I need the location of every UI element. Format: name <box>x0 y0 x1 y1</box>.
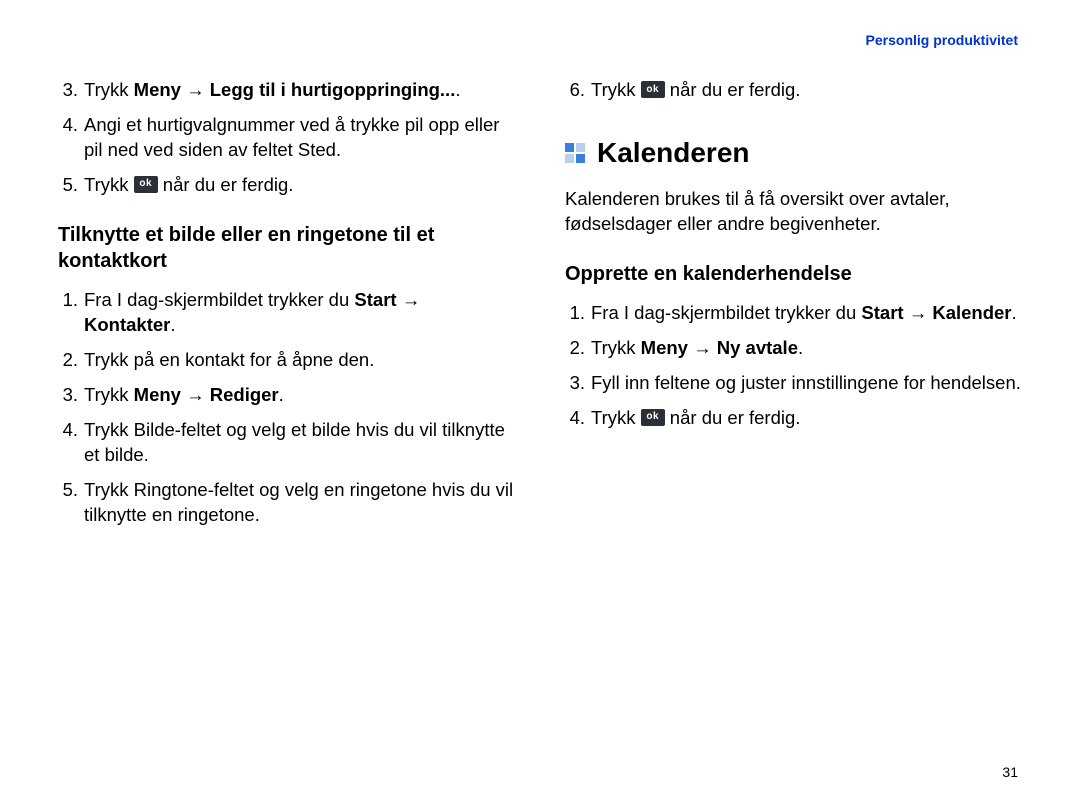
text: Trykk <box>591 407 641 428</box>
list-item: 4. Trykk når du er ferdig. <box>565 406 1022 431</box>
text: når du er ferdig. <box>665 79 801 100</box>
ok-icon <box>641 409 665 426</box>
list-number: 6. <box>565 78 591 103</box>
list-text: Trykk Bilde-feltet og velg et bilde hvis… <box>84 418 515 468</box>
list-number: 4. <box>58 113 84 163</box>
list-item: 3. Trykk Meny → Rediger. <box>58 383 515 408</box>
subheading-create-event: Opprette en kalenderhendelse <box>565 261 1022 287</box>
list-number: 4. <box>58 418 84 468</box>
list-item: 5. Trykk Ringtone-feltet og velg en ring… <box>58 478 515 528</box>
text: . <box>798 337 803 358</box>
list-text: Trykk når du er ferdig. <box>591 78 1022 103</box>
list-item: 1. Fra I dag-skjermbildet trykker du Sta… <box>565 301 1022 326</box>
list-number: 3. <box>58 78 84 103</box>
list-text: Trykk Ringtone-feltet og velg en ringeto… <box>84 478 515 528</box>
text: . <box>1012 302 1017 323</box>
list-text: Fra I dag-skjermbildet trykker du Start … <box>84 288 515 338</box>
list-item: 4. Angi et hurtigvalgnummer ved å trykke… <box>58 113 515 163</box>
list-number: 1. <box>58 288 84 338</box>
list-text: Trykk Meny → Legg til i hurtigoppringing… <box>84 78 515 103</box>
bold-text: Meny → Legg til i hurtigoppringing... <box>134 79 456 100</box>
list-number: 4. <box>565 406 591 431</box>
list-number: 2. <box>565 336 591 361</box>
calendar-intro: Kalenderen brukes til å få oversikt over… <box>565 187 1022 237</box>
text: når du er ferdig. <box>158 174 294 195</box>
list-text: Fra I dag-skjermbildet trykker du Start … <box>591 301 1022 326</box>
header-section-link[interactable]: Personlig produktivitet <box>866 32 1018 48</box>
left-list-a: 3. Trykk Meny → Legg til i hurtigoppring… <box>58 78 515 198</box>
ok-icon <box>641 81 665 98</box>
text: Trykk <box>591 79 641 100</box>
list-item: 6. Trykk når du er ferdig. <box>565 78 1022 103</box>
text: Fra I dag-skjermbildet trykker du <box>591 302 861 323</box>
section-heading-calendar: Kalenderen <box>565 137 1022 169</box>
list-number: 1. <box>565 301 591 326</box>
list-text: Trykk Meny → Rediger. <box>84 383 515 408</box>
text: når du er ferdig. <box>665 407 801 428</box>
subheading-attach-image-ringtone: Tilknytte et bilde eller en ringetone ti… <box>58 222 515 274</box>
list-text: Fyll inn feltene og juster innstillingen… <box>591 371 1022 396</box>
section-heading-text: Kalenderen <box>597 137 750 169</box>
list-number: 3. <box>565 371 591 396</box>
bold-text: Start → Kalender <box>861 302 1011 323</box>
text: Trykk <box>84 384 134 405</box>
list-item: 1. Fra I dag-skjermbildet trykker du Sta… <box>58 288 515 338</box>
list-item: 2. Trykk Meny → Ny avtale. <box>565 336 1022 361</box>
list-text: Trykk når du er ferdig. <box>84 173 515 198</box>
text: Trykk <box>591 337 641 358</box>
list-text: Trykk Meny → Ny avtale. <box>591 336 1022 361</box>
list-item: 2. Trykk på en kontakt for å åpne den. <box>58 348 515 373</box>
right-list-b: 1. Fra I dag-skjermbildet trykker du Sta… <box>565 301 1022 431</box>
list-text: Angi et hurtigvalgnummer ved å trykke pi… <box>84 113 515 163</box>
text: . <box>455 79 460 100</box>
page: Personlig produktivitet 3. Trykk Meny → … <box>0 0 1080 810</box>
list-text: Trykk når du er ferdig. <box>591 406 1022 431</box>
list-item: 3. Trykk Meny → Legg til i hurtigoppring… <box>58 78 515 103</box>
list-number: 5. <box>58 478 84 528</box>
page-number: 31 <box>1002 764 1018 780</box>
bold-text: Meny → Rediger <box>134 384 279 405</box>
list-number: 3. <box>58 383 84 408</box>
list-item: 5. Trykk når du er ferdig. <box>58 173 515 198</box>
list-number: 5. <box>58 173 84 198</box>
text: Trykk <box>84 79 134 100</box>
bold-text: Meny → Ny avtale <box>641 337 798 358</box>
list-number: 2. <box>58 348 84 373</box>
right-column: 6. Trykk når du er ferdig. Kalenderen <box>565 78 1022 538</box>
list-text: Trykk på en kontakt for å åpne den. <box>84 348 515 373</box>
ok-icon <box>134 176 158 193</box>
list-item: 4. Trykk Bilde-feltet og velg et bilde h… <box>58 418 515 468</box>
text: Trykk <box>84 174 134 195</box>
text: . <box>170 314 175 335</box>
left-list-b: 1. Fra I dag-skjermbildet trykker du Sta… <box>58 288 515 528</box>
two-column-layout: 3. Trykk Meny → Legg til i hurtigoppring… <box>58 78 1022 538</box>
squares-icon <box>565 143 585 163</box>
list-item: 3. Fyll inn feltene og juster innstillin… <box>565 371 1022 396</box>
right-list-top: 6. Trykk når du er ferdig. <box>565 78 1022 103</box>
text: . <box>279 384 284 405</box>
left-column: 3. Trykk Meny → Legg til i hurtigoppring… <box>58 78 515 538</box>
text: Fra I dag-skjermbildet trykker du <box>84 289 354 310</box>
